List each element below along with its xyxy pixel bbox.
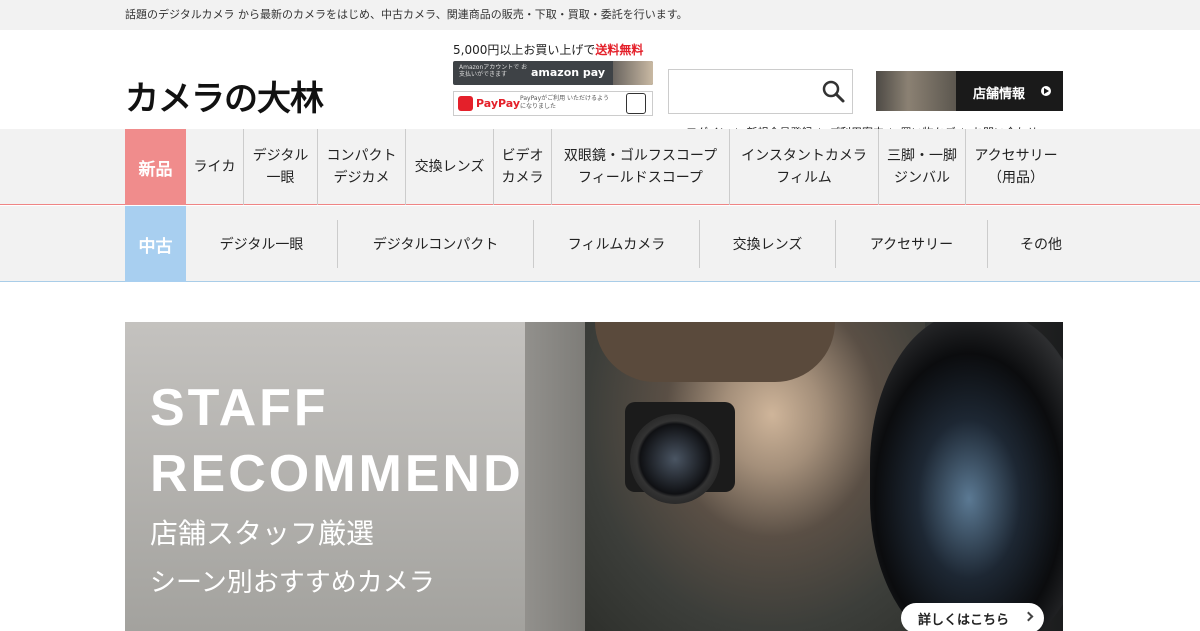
nav-new-label: ビデオ カメラ <box>501 147 544 186</box>
search-icon <box>822 80 845 103</box>
paypay-icon <box>458 96 473 111</box>
banner-heading-line2: RECOMMEND <box>150 445 524 503</box>
amazon-pay-logo: amazon pay <box>531 66 606 79</box>
nav-new-label: コンパクト デジカメ <box>326 147 397 186</box>
site-logo[interactable]: カメラの大林 <box>125 82 324 116</box>
search-input[interactable] <box>669 70 819 113</box>
nav-new-digital-slr[interactable]: デジタル 一眼 <box>244 129 318 205</box>
nav-used-digital-slr[interactable]: デジタル一眼 <box>186 220 338 268</box>
store-photo <box>876 71 956 111</box>
shipping-notice: 5,000円以上お買い上げで送料無料 <box>453 41 643 58</box>
used-products-nav: 中古 デジタル一眼 デジタルコンパクト フィルムカメラ 交換レンズ アクセサリー… <box>0 206 1200 282</box>
chevron-right-icon <box>1023 611 1034 622</box>
phone-icon <box>626 93 646 114</box>
banner-subtitle-line2: シーン別おすすめカメラ <box>150 568 435 598</box>
nav-new-label: 三脚・一脚 ジンバル <box>887 147 957 186</box>
nav-new-leica[interactable]: ライカ <box>186 129 244 205</box>
arrow-right-icon <box>1041 86 1051 96</box>
nav-new-label: 双眼鏡・ゴルフスコープ フィールドスコープ <box>563 147 718 186</box>
nav-new-binoculars[interactable]: 双眼鏡・ゴルフスコープ フィールドスコープ <box>552 129 730 205</box>
nav-new-label: デジタル 一眼 <box>252 147 309 186</box>
nav-new-label: インスタントカメラ フィルム <box>741 147 867 186</box>
amazon-pay-note: Amazonアカウントで お支払いができます <box>459 64 528 79</box>
nav-new-label: 交換レンズ <box>414 158 485 175</box>
nav-new-accessories[interactable]: アクセサリー （用品） <box>966 129 1066 205</box>
nav-new-label: ライカ <box>193 158 236 175</box>
nav-new-label: アクセサリー （用品） <box>974 147 1058 186</box>
nav-used-other[interactable]: その他 <box>988 220 1066 268</box>
store-info-button[interactable]: 店舗情報 <box>876 71 1063 111</box>
details-label: 詳しくはこちら <box>918 612 1010 628</box>
top-bar: 話題のデジタルカメラ から最新のカメラをはじめ、中古カメラ、関連商品の販売・下取… <box>0 0 1200 30</box>
paypay-name: PayPay <box>476 97 521 110</box>
shipping-free: 送料無料 <box>595 43 644 57</box>
banner-heading-line1: STAFF <box>150 379 329 437</box>
search-button[interactable] <box>820 78 848 106</box>
banner-subtitle-line1: 店舗スタッフ厳選 <box>150 517 375 550</box>
amazon-pay-image <box>613 61 653 85</box>
header: カメラの大林 5,000円以上お買い上げで送料無料 Amazonアカウントで お… <box>0 30 1200 139</box>
new-products-nav: 新品 ライカ デジタル 一眼 コンパクト デジカメ 交換レンズ ビデオ カメラ … <box>0 129 1200 205</box>
paypay-note: PayPayがご利用 いただけるようになりました <box>520 95 610 110</box>
nav-used-digital-compact[interactable]: デジタルコンパクト <box>338 220 534 268</box>
site-tagline: 話題のデジタルカメラ から最新のカメラをはじめ、中古カメラ、関連商品の販売・下取… <box>125 8 688 21</box>
shipping-prefix: 5,000円以上お買い上げで <box>453 43 596 57</box>
beanie-shape <box>595 322 835 382</box>
nav-new-instant[interactable]: インスタントカメラ フィルム <box>730 129 879 205</box>
nav-used-accessories[interactable]: アクセサリー <box>836 220 988 268</box>
details-button[interactable]: 詳しくはこちら <box>901 603 1044 631</box>
hero-banner[interactable]: STAFF RECOMMEND 店舗スタッフ厳選 シーン別おすすめカメラ 詳しく… <box>125 322 1063 631</box>
nav-new-compact[interactable]: コンパクト デジカメ <box>318 129 406 205</box>
nav-used-lenses[interactable]: 交換レンズ <box>700 220 836 268</box>
used-badge: 中古 <box>125 206 186 282</box>
nav-new-lenses[interactable]: 交換レンズ <box>406 129 494 205</box>
new-badge: 新品 <box>125 129 186 205</box>
lens-image <box>870 322 1063 631</box>
camera-lens <box>630 414 720 504</box>
store-info-label: 店舗情報 <box>973 87 1026 102</box>
search-box <box>668 69 853 114</box>
nav-new-tripod[interactable]: 三脚・一脚 ジンバル <box>879 129 966 205</box>
nav-new-video[interactable]: ビデオ カメラ <box>494 129 552 205</box>
amazon-pay-banner[interactable]: Amazonアカウントで お支払いができます amazon pay <box>453 61 653 85</box>
paypay-banner[interactable]: PayPay PayPayがご利用 いただけるようになりました <box>453 91 653 116</box>
nav-used-film-camera[interactable]: フィルムカメラ <box>534 220 700 268</box>
